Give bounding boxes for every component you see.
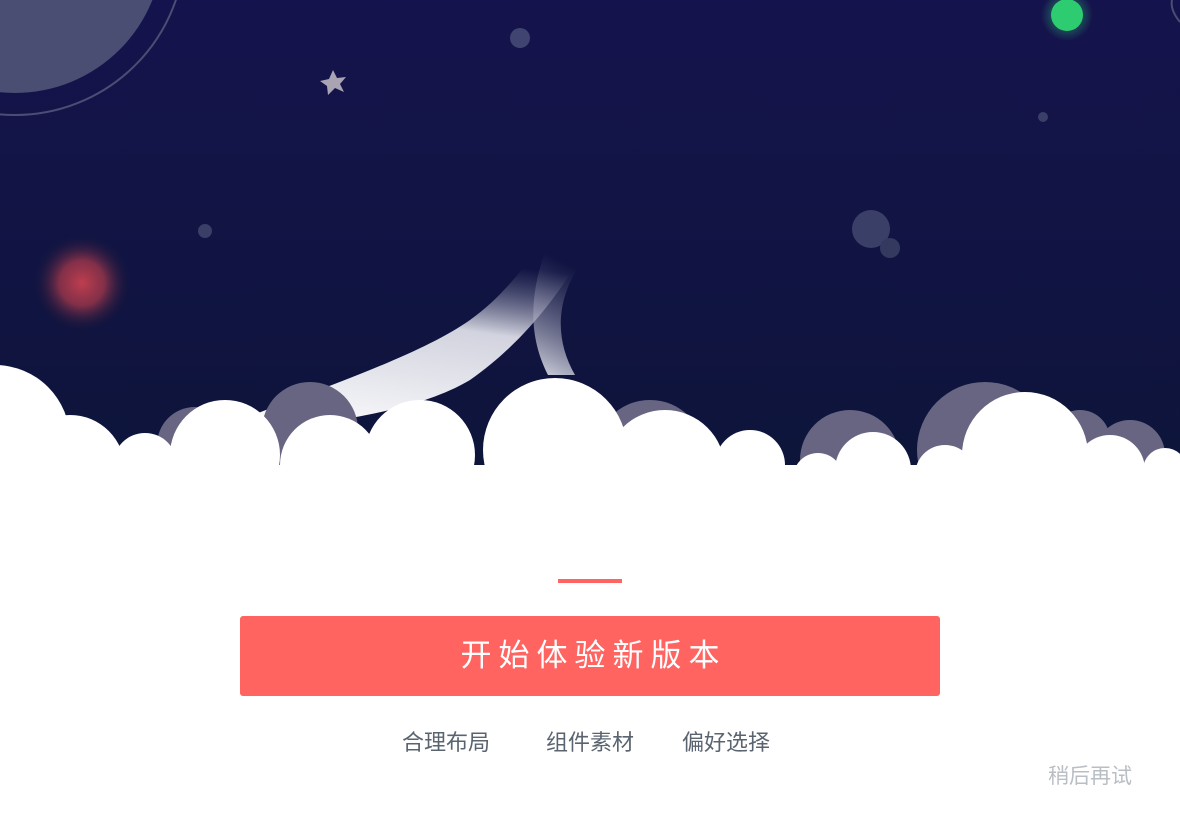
dot-icon [1038, 112, 1048, 122]
dot-icon [510, 28, 530, 48]
feature-item-layout: 合理布局 [402, 731, 491, 756]
try-later-link[interactable]: 稍后再试 [1048, 760, 1132, 792]
accent-divider [558, 579, 622, 583]
update-splash-page: 开始体验新版本 合理布局 组件素材 偏好选择 稍后再试 [0, 0, 1180, 818]
red-glow-icon [32, 233, 132, 333]
dot-icon [198, 224, 212, 238]
dot-icon [880, 238, 900, 258]
start-new-version-button[interactable]: 开始体验新版本 [240, 616, 940, 696]
hero-illustration [0, 0, 1180, 520]
feature-item-preferences: 偏好选择 [682, 731, 771, 756]
feature-item-components: 组件素材 [546, 731, 635, 756]
night-sky-illustration [0, 0, 1180, 520]
feature-list: 合理布局 组件素材 偏好选择 [0, 726, 1180, 762]
